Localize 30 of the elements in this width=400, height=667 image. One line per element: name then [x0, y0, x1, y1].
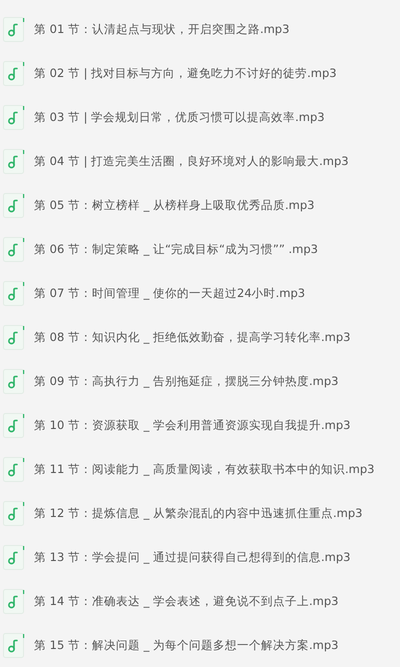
- file-name[interactable]: 第 11 节：阅读能力 _ 高质量阅读，有效获取书本中的知识.mp3: [34, 462, 374, 476]
- music-file-icon: [3, 236, 25, 262]
- music-file-icon: [3, 500, 25, 526]
- file-name[interactable]: 第 01 节：认清起点与现状，开启突围之路.mp3: [34, 22, 290, 36]
- music-file-icon: [3, 104, 25, 130]
- file-name[interactable]: 第 04 节 | 打造完美生活圈，良好环境对人的影响最大.mp3: [34, 154, 349, 168]
- file-name[interactable]: 第 14 节：准确表达 _ 学会表述，避免说不到点子上.mp3: [34, 594, 338, 608]
- music-file-icon: [3, 324, 25, 350]
- music-file-icon: [3, 280, 25, 306]
- music-file-icon: [3, 192, 25, 218]
- music-file-icon: [3, 456, 25, 482]
- music-file-icon: [3, 632, 25, 658]
- file-name[interactable]: 第 15 节：解决问题 _ 为每个问题多想一个解决方案.mp3: [34, 638, 338, 652]
- file-name[interactable]: 第 02 节 | 找对目标与方向，避免吃力不讨好的徒劳.mp3: [34, 66, 337, 80]
- music-file-icon: [3, 368, 25, 394]
- music-file-icon: [3, 588, 25, 614]
- file-name[interactable]: 第 10 节：资源获取 _ 学会利用普通资源实现自我提升.mp3: [34, 418, 350, 432]
- music-file-icon: [3, 148, 25, 174]
- file-name[interactable]: 第 13 节：学会提问 _ 通过提问获得自己想得到的信息.mp3: [34, 550, 350, 564]
- music-file-icon: [3, 544, 25, 570]
- file-name[interactable]: 第 05 节：树立榜样 _ 从榜样身上吸取优秀品质.mp3: [34, 198, 314, 212]
- file-name[interactable]: 第 03 节 | 学会规划日常，优质习惯可以提高效率.mp3: [34, 110, 325, 124]
- file-name[interactable]: 第 09 节：高执行力 _ 告别拖延症，摆脱三分钟热度.mp3: [34, 374, 338, 388]
- music-file-icon: [3, 16, 25, 42]
- file-name[interactable]: 第 12 节：提炼信息 _ 从繁杂混乱的内容中迅速抓住重点.mp3: [34, 506, 362, 520]
- file-name[interactable]: 第 07 节：时间管理 _ 使你的一天超过24小时.mp3: [34, 286, 306, 300]
- music-file-icon: [3, 60, 25, 86]
- music-file-icon: [3, 412, 25, 438]
- file-name[interactable]: 第 06 节：制定策略 _ 让“完成目标“成为习惯”” .mp3: [34, 242, 318, 256]
- file-name[interactable]: 第 08 节：知识内化 _ 拒绝低效勤奋，提高学习转化率.mp3: [34, 330, 350, 344]
